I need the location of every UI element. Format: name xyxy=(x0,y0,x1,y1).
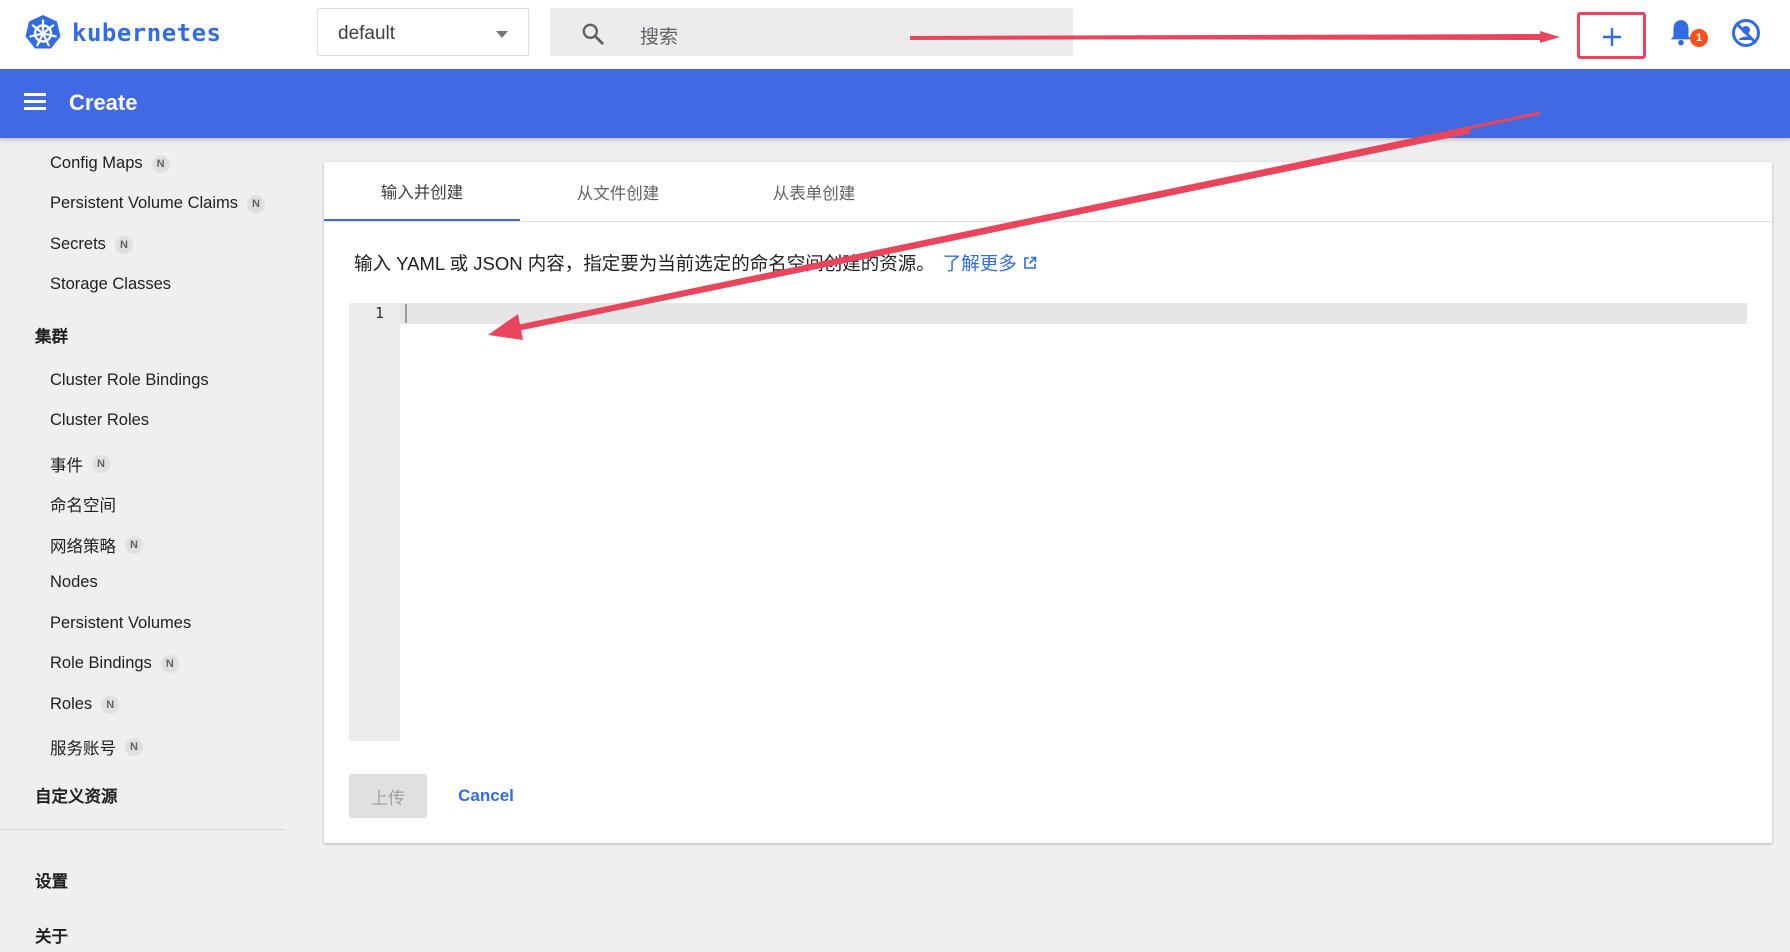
namespaced-badge: N xyxy=(247,194,265,213)
page-title: Create xyxy=(69,90,138,115)
create-description: 输入 YAML 或 JSON 内容，指定要为当前选定的命名空间创建的资源。 了解更… xyxy=(354,250,1037,276)
learn-more-label: 了解更多 xyxy=(942,253,1017,274)
sidebar-item-label: Roles xyxy=(50,695,93,713)
sidebar-item-cluster-roles[interactable]: Cluster Roles xyxy=(50,411,149,430)
account-off-icon xyxy=(1732,19,1760,47)
sidebar-item-config-maps[interactable]: Config Maps N xyxy=(50,154,170,173)
sidebar-item-service-accounts[interactable]: 服务账号 N xyxy=(50,735,143,759)
namespaced-badge: N xyxy=(92,455,110,473)
sidebar-item-label: Persistent Volumes xyxy=(50,614,192,632)
namespaced-badge: N xyxy=(114,235,133,254)
search-icon xyxy=(582,23,604,45)
plus-icon xyxy=(1603,28,1621,46)
logo-text: kubernetes xyxy=(72,19,222,47)
sidebar-section-cluster[interactable]: 集群 xyxy=(35,323,68,347)
sidebar-nav: Config Maps N Persistent Volume Claims N… xyxy=(0,138,285,952)
notifications-button[interactable]: 1 xyxy=(1668,18,1708,52)
description-text: 输入 YAML 或 JSON 内容，指定要为当前选定的命名空间创建的资源。 xyxy=(354,253,935,274)
editor-active-line xyxy=(400,303,1747,324)
sidebar-item-label: Persistent Volume Claims xyxy=(50,194,238,212)
sidebar-item-persistent-volume-claims[interactable]: Persistent Volume Claims N xyxy=(50,194,265,213)
namespaced-badge: N xyxy=(101,695,120,714)
editor-cursor xyxy=(405,304,407,323)
sidebar-item-about[interactable]: 关于 xyxy=(35,923,68,947)
notification-count-badge: 1 xyxy=(1690,29,1708,47)
create-card: 输入并创建 从文件创建 从表单创建 输入 YAML 或 JSON 内容，指定要为… xyxy=(324,162,1772,843)
namespaced-badge: N xyxy=(160,654,179,673)
sidebar-item-role-bindings[interactable]: Role Bindings N xyxy=(50,654,179,673)
sidebar-item-label: Cluster Role Bindings xyxy=(50,371,209,389)
tab-create-from-form[interactable]: 从表单创建 xyxy=(716,162,912,221)
create-button[interactable] xyxy=(1577,12,1646,59)
sidebar-item-label: Storage Classes xyxy=(50,275,172,293)
sidebar-item-nodes[interactable]: Nodes xyxy=(50,573,98,592)
sidebar-item-secrets[interactable]: Secrets N xyxy=(50,235,133,254)
sidebar-item-network-policies[interactable]: 网络策略 N xyxy=(50,533,143,557)
tab-create-from-input[interactable]: 输入并创建 xyxy=(324,162,520,221)
sidebar-item-settings[interactable]: 设置 xyxy=(35,868,68,892)
user-button[interactable] xyxy=(1730,17,1762,54)
external-link-icon xyxy=(1023,256,1037,269)
sidebar-item-label: Nodes xyxy=(50,573,98,591)
kubernetes-logo[interactable]: kubernetes xyxy=(24,14,222,52)
top-bar: kubernetes default 搜索 1 xyxy=(0,0,1790,69)
sidebar-item-namespaces[interactable]: 命名空间 xyxy=(50,492,116,516)
sidebar-item-label: 事件 xyxy=(50,457,83,475)
search-bar[interactable]: 搜索 xyxy=(550,8,1073,56)
dropdown-caret-icon xyxy=(496,31,508,38)
yaml-editor[interactable]: 1 xyxy=(349,303,1747,741)
create-tabs: 输入并创建 从文件创建 从表单创建 xyxy=(324,162,1772,222)
menu-icon[interactable] xyxy=(24,93,46,111)
sidebar-item-label: 命名空间 xyxy=(50,497,116,515)
sidebar-item-label: 服务账号 xyxy=(50,740,116,758)
sidebar-item-label: 网络策略 xyxy=(50,538,116,556)
sidebar-item-label: Config Maps xyxy=(50,154,143,172)
sidebar-item-events[interactable]: 事件 N xyxy=(50,452,110,476)
namespaced-badge: N xyxy=(151,154,170,173)
sidebar-item-storage-classes[interactable]: Storage Classes xyxy=(50,275,171,294)
sidebar-section-custom-resources[interactable]: 自定义资源 xyxy=(35,783,118,807)
page-header: Create xyxy=(0,69,1790,138)
editor-gutter xyxy=(349,303,400,741)
sidebar-item-label: Cluster Roles xyxy=(50,411,150,429)
namespaced-badge: N xyxy=(125,536,143,554)
sidebar-item-roles[interactable]: Roles N xyxy=(50,695,120,714)
namespaced-badge: N xyxy=(125,738,143,756)
kubernetes-wheel-icon xyxy=(25,15,61,49)
namespace-select[interactable]: default xyxy=(317,8,529,56)
line-number: 1 xyxy=(374,304,384,322)
learn-more-link[interactable]: 了解更多 xyxy=(943,250,1037,276)
cancel-button[interactable]: Cancel xyxy=(444,774,528,818)
sidebar-item-cluster-role-bindings[interactable]: Cluster Role Bindings xyxy=(50,371,209,390)
namespace-value: default xyxy=(338,23,396,44)
sidebar-item-persistent-volumes[interactable]: Persistent Volumes xyxy=(50,614,191,633)
search-input[interactable]: 搜索 xyxy=(640,22,678,49)
sidebar-divider xyxy=(0,829,285,830)
sidebar-item-label: Secrets xyxy=(50,235,106,253)
sidebar-item-label: Role Bindings xyxy=(50,654,152,672)
tab-create-from-file[interactable]: 从文件创建 xyxy=(520,162,716,221)
upload-button[interactable]: 上传 xyxy=(349,774,427,818)
